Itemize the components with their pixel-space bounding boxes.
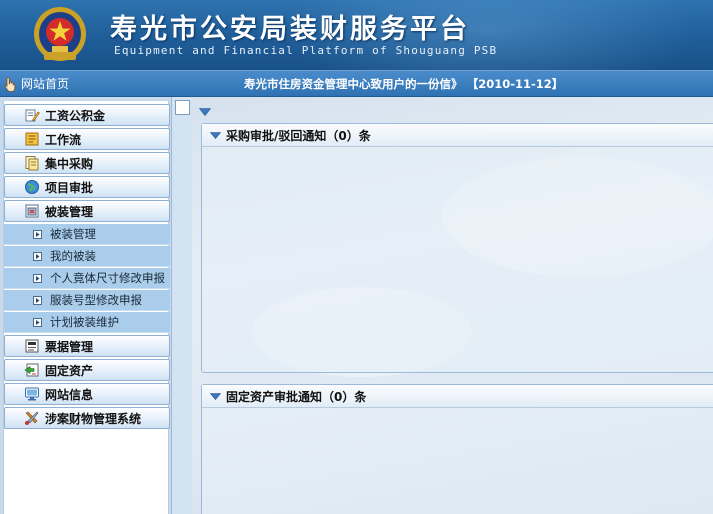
sidebar-item-purchase[interactable]: 集中采购 — [4, 152, 170, 174]
bullet-arrow-icon — [33, 317, 42, 327]
collapse-toggle-icon[interactable] — [199, 108, 211, 116]
sidebar-subitem-my-uniform[interactable]: 我的被装 — [4, 246, 170, 267]
sidebar-subitem-body-size-change[interactable]: 个人竟体尺寸修改申报 — [4, 268, 170, 289]
sidebar-item-label: 被装管理 — [45, 204, 94, 219]
collapse-triangle-icon — [210, 392, 221, 400]
fixed-asset-approval-panel: 固定资产审批通知（0）条 — [201, 384, 713, 514]
sidebar-menu: 工资公积金 工作流 集中采购 项目审批 被装管理 被装管理 我的被装 个人竟体尺… — [3, 101, 170, 514]
sidebar-splitter — [172, 97, 192, 514]
sidebar-item-website-info[interactable]: 网站信息 — [4, 383, 170, 405]
asset-icon — [24, 363, 39, 377]
sidebar-subitem-uniform-management[interactable]: 被装管理 — [4, 224, 170, 245]
home-link[interactable]: 网站首页 — [2, 75, 69, 92]
bullet-arrow-icon — [33, 229, 42, 239]
header-banner: 寿光市公安局装财服务平台 Equipment and Financial Pla… — [0, 0, 713, 70]
sidebar-toggle-button[interactable] — [175, 100, 190, 115]
panel-header[interactable]: 采购审批/驳回通知（0）条 — [202, 124, 713, 147]
bullet-arrow-icon — [33, 251, 42, 261]
workflow-icon — [25, 132, 39, 146]
sidebar-subitem-label: 计划被装维护 — [50, 315, 119, 329]
header-subtitle: Equipment and Financial Platform of Shou… — [114, 44, 498, 57]
sidebar-item-project-approval[interactable]: 项目审批 — [4, 176, 170, 198]
sidebar-item-label: 工作流 — [45, 132, 82, 147]
sidebar-item-case-property-system[interactable]: 涉案财物管理系统 — [4, 407, 170, 429]
sidebar-subitem-label: 服装号型修改申报 — [50, 293, 142, 307]
panel-title: 固定资产审批通知（0）条 — [226, 389, 367, 404]
sidebar-item-label: 涉案财物管理系统 — [45, 411, 142, 426]
globe-icon — [25, 180, 39, 194]
collapse-triangle-icon — [210, 131, 221, 139]
sidebar-item-label: 集中采购 — [45, 156, 94, 171]
sidebar-item-salary-fund[interactable]: 工资公积金 — [4, 104, 170, 126]
sidebar-subitem-plan-uniform-maintenance[interactable]: 计划被装维护 — [4, 312, 170, 333]
police-emblem-icon — [34, 7, 86, 61]
sidebar-item-uniform-management[interactable]: 被装管理 — [4, 200, 170, 222]
bullet-arrow-icon — [33, 273, 42, 283]
sidebar-subitem-clothing-size-change[interactable]: 服装号型修改申报 — [4, 290, 170, 311]
main-content: 采购审批/驳回通知（0）条 固定资产审批通知（0）条 — [192, 97, 713, 514]
panel-header[interactable]: 固定资产审批通知（0）条 — [202, 385, 713, 408]
receipt-icon — [25, 339, 39, 353]
sidebar-item-label: 工资公积金 — [45, 108, 106, 123]
sidebar-subitem-label: 被装管理 — [50, 227, 96, 241]
sidebar-item-label: 固定资产 — [45, 363, 94, 378]
sidebar-item-receipt-management[interactable]: 票据管理 — [4, 335, 170, 357]
notice-date: 【2010-11-12】 — [472, 77, 564, 91]
sidebar-item-label: 项目审批 — [45, 180, 94, 195]
home-link-label: 网站首页 — [21, 77, 70, 91]
sidebar-item-workflow[interactable]: 工作流 — [4, 128, 170, 150]
notice-text: 寿光市住房资金管理中心致用户的一份信》 — [244, 77, 463, 91]
pen-icon — [25, 109, 40, 122]
notice-banner[interactable]: 寿光市住房资金管理中心致用户的一份信》 【2010-11-12】 — [244, 76, 563, 92]
panel-title: 采购审批/驳回通知（0）条 — [226, 128, 371, 143]
sidebar: 工资公积金 工作流 集中采购 项目审批 被装管理 被装管理 我的被装 个人竟体尺… — [0, 97, 172, 514]
bullet-arrow-icon — [33, 295, 42, 305]
sidebar-item-label: 票据管理 — [45, 339, 94, 354]
purchase-approval-panel: 采购审批/驳回通知（0）条 — [201, 123, 713, 373]
sidebar-subitem-label: 我的被装 — [50, 249, 96, 263]
info-icon — [25, 387, 39, 401]
uniform-icon — [25, 204, 39, 218]
sidebar-item-fixed-assets[interactable]: 固定资产 — [4, 359, 170, 381]
header-title: 寿光市公安局装财服务平台 — [110, 14, 470, 45]
sidebar-item-label: 网站信息 — [45, 387, 94, 402]
nav-bar: 网站首页 寿光市住房资金管理中心致用户的一份信》 【2010-11-12】 — [0, 70, 713, 97]
sidebar-subitem-label: 个人竟体尺寸修改申报 — [50, 271, 165, 285]
hand-pointer-icon — [4, 76, 16, 92]
tools-icon — [25, 411, 39, 425]
purchase-icon — [25, 156, 39, 171]
